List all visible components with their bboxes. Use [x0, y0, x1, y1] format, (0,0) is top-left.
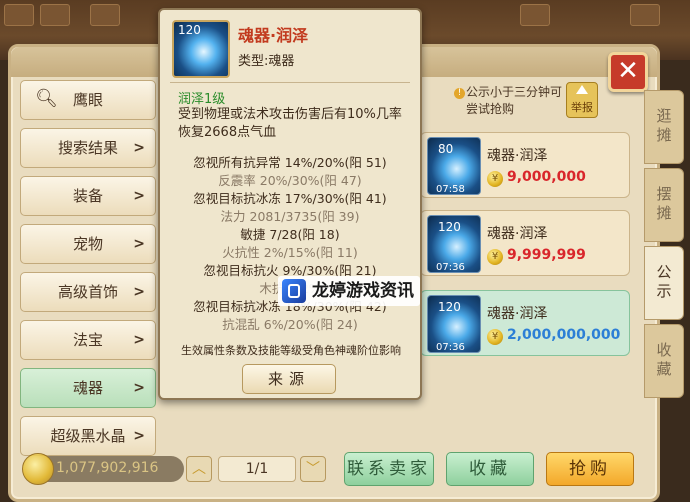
- gold-coin-icon: ¥: [487, 171, 503, 187]
- gold-coin-icon: [22, 453, 54, 485]
- tab-public[interactable]: 公示: [644, 246, 684, 320]
- chevron-right-icon: >: [133, 236, 145, 252]
- item-name: 魂器·润泽: [487, 306, 548, 322]
- item-timer: 07:36: [436, 262, 465, 273]
- bg-tile: [90, 4, 120, 26]
- money-display: 1,077,902,916: [22, 453, 184, 485]
- tooltip-item-type: 类型:魂器: [238, 54, 295, 69]
- chevron-right-icon: >: [133, 428, 145, 444]
- bg-tile: [630, 4, 660, 26]
- item-name: 魂器·润泽: [487, 226, 548, 242]
- sidebar-item-black-crystal[interactable]: 超级黑水晶 >: [20, 416, 156, 456]
- tooltip-item-name: 魂器·润泽: [238, 26, 309, 45]
- sidebar-item-label: 高级首饰: [57, 283, 118, 301]
- sidebar-search-button[interactable]: 🔍︎ 鹰眼: [20, 80, 156, 120]
- divider: [170, 82, 410, 83]
- search-icon: 🔍︎: [35, 88, 58, 109]
- bg-tile: [520, 4, 550, 26]
- soul-vessel-item-icon: 80 07:58: [427, 137, 481, 195]
- source-button[interactable]: 来源: [242, 364, 336, 394]
- tab-sell[interactable]: 摆摊: [644, 168, 684, 242]
- chevron-right-icon: >: [133, 380, 145, 396]
- page-indicator: 1/1: [218, 456, 296, 482]
- report-button[interactable]: 举报: [566, 82, 598, 118]
- sidebar-item-label: 魂器: [72, 379, 103, 397]
- chevron-right-icon: >: [133, 332, 145, 348]
- soul-vessel-item-icon: 120 07:36: [427, 295, 481, 353]
- sidebar-item-jewelry[interactable]: 高级首饰 >: [20, 272, 156, 312]
- tooltip-skill-name: 润泽1级: [178, 92, 226, 107]
- chevron-right-icon: >: [133, 284, 145, 300]
- attribute-line: 法力 2081/3735(阳 39): [220, 209, 360, 224]
- sidebar-item-soul-vessel[interactable]: 魂器 >: [20, 368, 156, 408]
- buy-button[interactable]: 抢购: [546, 452, 634, 486]
- bg-tile: [40, 4, 70, 26]
- attribute-line: 忽视目标抗冰冻 17%/30%(阳 41): [193, 191, 387, 206]
- soul-vessel-item-icon: 120 07:36: [427, 215, 481, 273]
- contact-seller-button[interactable]: 联系卖家: [344, 452, 434, 486]
- gold-coin-icon: ¥: [487, 329, 503, 345]
- report-label: 举报: [571, 101, 593, 114]
- watermark-text: 龙婷游戏资讯: [312, 281, 414, 301]
- attribute-line: 反震率 20%/30%(阳 47): [218, 173, 362, 188]
- bg-tile: [4, 4, 34, 26]
- notice-text: 公示小于三分钟可尝试抢购: [466, 85, 563, 116]
- sidebar-item-pets[interactable]: 宠物 >: [20, 224, 156, 264]
- sidebar-item-label: 超级黑水晶: [50, 427, 126, 445]
- sidebar-item-artifact[interactable]: 法宝 >: [20, 320, 156, 360]
- item-name: 魂器·润泽: [487, 148, 548, 164]
- tooltip-skill-description: 受到物理或法术攻击伤害后有10%几率恢复2668点气血: [178, 107, 402, 140]
- favorite-button[interactable]: 收藏: [446, 452, 534, 486]
- attribute-line: 火抗性 2%/15%(阳 11): [222, 245, 358, 260]
- tab-browse[interactable]: 逛摊: [644, 90, 684, 164]
- soul-vessel-item-icon: 120: [172, 20, 230, 78]
- next-page-button[interactable]: ﹀: [300, 456, 326, 482]
- sidebar-item-search-results[interactable]: 搜索结果 >: [20, 128, 156, 168]
- money-amount: 1,077,902,916: [56, 460, 159, 476]
- up-arrow-icon: [576, 85, 588, 94]
- item-level: 120: [438, 220, 461, 234]
- sidebar-item-label: 宠物: [72, 235, 103, 253]
- tooltip-note: 生效属性条数及技能等级受角色神魂阶位影响: [181, 344, 401, 357]
- item-price: 9,000,000: [507, 169, 586, 185]
- sidebar-item-label: 法宝: [72, 331, 103, 349]
- listing-item[interactable]: 120 07:36 魂器·润泽 ¥ 9,999,999: [420, 210, 630, 276]
- sidebar-item-label: 搜索结果: [57, 139, 118, 157]
- sidebar-item-label: 装备: [72, 187, 103, 205]
- item-level: 120: [438, 300, 461, 314]
- item-timer: 07:36: [436, 342, 465, 353]
- sidebar-item-equipment[interactable]: 装备 >: [20, 176, 156, 216]
- prev-page-button[interactable]: ︿: [186, 456, 212, 482]
- close-button[interactable]: ✕: [608, 52, 648, 92]
- warning-icon: !: [454, 88, 465, 99]
- watermark-logo-icon: [282, 279, 306, 303]
- attribute-line: 抗混乱 6%/20%(阳 24): [222, 317, 358, 332]
- gold-coin-icon: ¥: [487, 249, 503, 265]
- public-notice: ! 公示小于三分钟可尝试抢购: [454, 84, 566, 118]
- item-tooltip: 120 魂器·润泽 类型:魂器 润泽1级 受到物理或法术攻击伤害后有10%几率恢…: [158, 8, 422, 400]
- listing-item[interactable]: 80 07:58 魂器·润泽 ¥ 9,000,000: [420, 132, 630, 198]
- item-price: 9,999,999: [507, 247, 586, 263]
- chevron-right-icon: >: [133, 188, 145, 204]
- item-price: 2,000,000,000: [507, 327, 621, 343]
- item-level: 120: [178, 23, 201, 37]
- watermark: 龙婷游戏资讯: [278, 276, 420, 306]
- sidebar-search-label: 鹰眼: [72, 91, 103, 109]
- attribute-line: 忽视所有抗异常 14%/20%(阳 51): [193, 155, 387, 170]
- item-level: 80: [438, 142, 454, 156]
- tab-favorites[interactable]: 收藏: [644, 324, 684, 398]
- chevron-right-icon: >: [133, 140, 145, 156]
- attribute-line: 敏捷 7/28(阳 18): [240, 227, 340, 242]
- item-timer: 07:58: [436, 184, 465, 195]
- listing-item-selected[interactable]: 120 07:36 魂器·润泽 ¥ 2,000,000,000: [420, 290, 630, 356]
